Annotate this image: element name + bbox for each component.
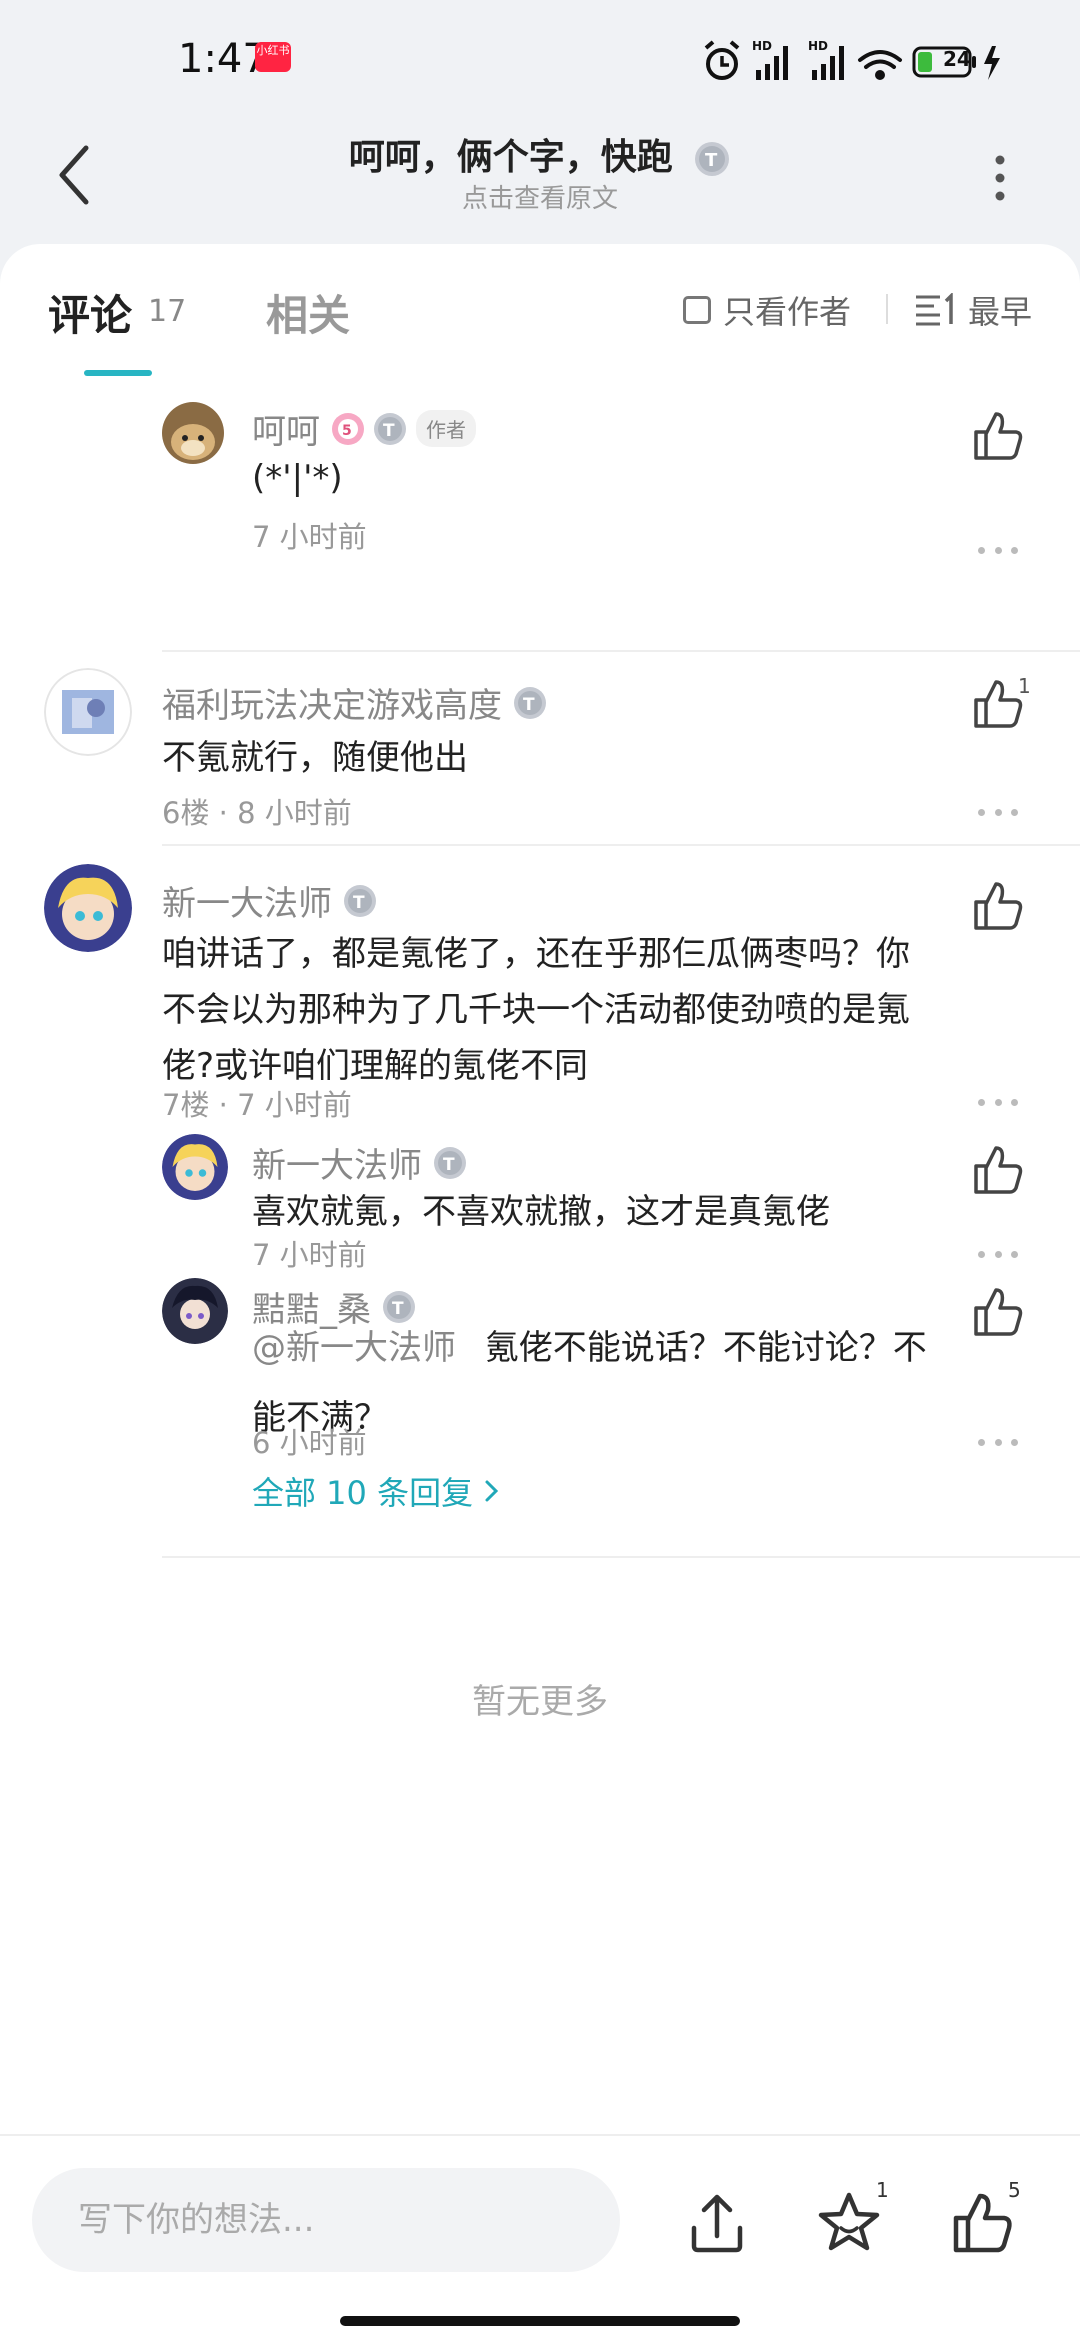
bottom-bar: 写下你的想法... 1 5: [0, 2134, 1080, 2340]
comment-text: 咱讲话了，都是氪佬了，还在乎那仨瓜俩枣吗？你 不会以为那种为了几千块一个活动都使…: [162, 926, 1042, 1094]
checkbox-icon: [683, 296, 711, 324]
svg-text:HD: HD: [808, 39, 828, 53]
sort-icon: [916, 293, 953, 326]
level-badge-icon: T: [695, 142, 730, 176]
tab-comments[interactable]: 评论: [48, 282, 132, 343]
comment-text: 不氪就行，随便他出: [162, 738, 468, 778]
header: 呵呵，俩个字，快跑 T 点击查看原文: [0, 110, 1080, 240]
svg-text:5: 5: [342, 423, 352, 439]
signal-icon-2: HD: [808, 39, 844, 80]
comment-author[interactable]: 新一大法师 T: [162, 876, 378, 925]
reply-text: @新一大法师 氪佬不能说话？不能讨论？不 能不满？: [252, 1320, 1032, 1446]
no-more-label: 暂无更多: [472, 1682, 608, 1722]
tab-active-indicator: [84, 370, 152, 376]
comment-more-button[interactable]: [978, 1096, 1018, 1108]
chevron-right-icon: [485, 1480, 499, 1502]
tab-related[interactable]: 相关: [266, 282, 350, 343]
comment-item: 新一大法师 T 咱讲话了，都是氪佬了，还在乎那仨瓜俩枣吗？你 不会以为那种为了几…: [0, 846, 1080, 1126]
divider: [162, 1556, 1080, 1558]
sort-label: 最早: [968, 293, 1033, 331]
reply-text-line: @新一大法师 氪佬不能说话？不能讨论？不: [252, 1320, 1032, 1376]
comment-more-button[interactable]: [978, 806, 1018, 818]
svg-text:T: T: [392, 1299, 404, 1319]
comments-sheet: 评论 17 相关 只看作者 最早 呵呵 5 T 作者 (*'|'*) 7 小时前…: [0, 244, 1080, 2134]
like-icon[interactable]: [968, 876, 1028, 936]
battery-level: 24: [943, 47, 971, 71]
level-badge-icon: T: [374, 412, 406, 445]
reply-author[interactable]: 新一大法师 T: [252, 1138, 468, 1187]
avatar[interactable]: [44, 864, 132, 952]
mention-link[interactable]: @新一大法师: [252, 1328, 456, 1368]
svg-text:T: T: [705, 150, 718, 171]
comment-author[interactable]: 福利玩法决定游戏高度 T: [162, 678, 548, 727]
view-all-replies-label: 全部 10 条回复: [252, 1474, 474, 1512]
author-only-toggle[interactable]: 只看作者: [683, 290, 852, 331]
alarm-icon: [704, 40, 740, 80]
collect-count: 1: [876, 2178, 889, 2202]
comment-text-line: 咱讲话了，都是氪佬了，还在乎那仨瓜俩枣吗？你: [162, 934, 910, 974]
author-name: 福利玩法决定游戏高度: [162, 686, 502, 726]
author-name: 新一大法师: [252, 1146, 422, 1186]
signal-icon-1: HD: [752, 39, 788, 80]
comment-meta: 7楼 · 7 小时前: [162, 1088, 352, 1122]
level-badge-icon: T: [344, 884, 376, 917]
reply-item: 新一大法师 T 喜欢就氪，不喜欢就撤，这才是真氪佬 7 小时前: [0, 1126, 1080, 1272]
wifi-icon: [858, 50, 902, 80]
level-badge-icon: T: [434, 1146, 466, 1179]
comment-tabs: 评论 17 相关 只看作者 最早: [0, 244, 1080, 384]
author-name: 新一大法师: [162, 884, 332, 924]
like-icon[interactable]: [968, 406, 1028, 466]
author-only-label: 只看作者: [723, 293, 852, 331]
avatar[interactable]: [44, 668, 132, 756]
sort-button[interactable]: 最早: [914, 290, 1033, 331]
view-all-replies-button[interactable]: 全部 10 条回复: [252, 1468, 503, 1514]
comment-item: 福利玩法决定游戏高度 T 不氪就行，随便他出 6楼 · 8 小时前 1: [0, 652, 1080, 846]
post-title-text: 呵呵，俩个字，快跑: [348, 137, 673, 178]
star-icon[interactable]: [814, 2188, 884, 2258]
level-badge-icon: T: [514, 686, 546, 719]
share-icon[interactable]: [682, 2188, 752, 2258]
post-title[interactable]: 呵呵，俩个字，快跑 T: [0, 128, 1080, 180]
reply-item: 黠黠_桑 T @新一大法师 氪佬不能说话？不能讨论？不 能不满？ 6 小时前: [0, 1268, 1080, 1464]
avatar[interactable]: [162, 402, 224, 464]
comment-item: 呵呵 5 T 作者 (*'|'*) 7 小时前: [0, 384, 1080, 652]
reply-meta: 6 小时前: [252, 1426, 367, 1460]
avatar[interactable]: [162, 1278, 228, 1344]
like-icon[interactable]: [968, 1282, 1028, 1342]
comment-meta: 6楼 · 8 小时前: [162, 796, 352, 830]
comments-count: 17: [148, 294, 187, 329]
author-tag: 作者: [416, 410, 476, 447]
like-icon[interactable]: [968, 1140, 1028, 1200]
app-badge: 小红书: [255, 42, 291, 72]
comment-input[interactable]: 写下你的想法...: [32, 2168, 620, 2272]
reply-more-button[interactable]: [978, 1248, 1018, 1260]
reply-more-button[interactable]: [978, 1436, 1018, 1448]
comment-text: (*'|'*): [252, 458, 343, 498]
avatar[interactable]: [162, 1134, 228, 1200]
svg-text:T: T: [353, 893, 365, 913]
like-count: 5: [1008, 2178, 1021, 2202]
author-name: 呵呵: [252, 412, 320, 452]
svg-text:T: T: [523, 695, 535, 715]
reply-text-line: 能不满？: [252, 1398, 388, 1438]
reply-text-segment: 氪佬不能说话？不能讨论？不: [484, 1328, 927, 1368]
more-options-button[interactable]: [985, 148, 1015, 208]
comment-text-line: 不会以为那种为了几千块一个活动都使劲喷的是氪: [162, 990, 910, 1030]
svg-text:T: T: [443, 1155, 455, 1175]
view-original-link[interactable]: 点击查看原文: [0, 178, 1080, 215]
svg-text:T: T: [383, 421, 395, 441]
creator-badge-icon: 5: [332, 412, 364, 445]
status-icons: HD HD: [704, 39, 1000, 80]
like-count: 1: [1018, 674, 1031, 698]
comment-meta: 7 小时前: [252, 520, 367, 554]
svg-text:HD: HD: [752, 39, 772, 53]
status-bar: 1:47 小红书 HD HD 24: [0, 0, 1080, 120]
comment-author[interactable]: 呵呵 5 T 作者: [252, 404, 476, 453]
divider: [886, 294, 888, 324]
comment-more-button[interactable]: [978, 544, 1018, 556]
home-indicator[interactable]: [340, 2316, 740, 2326]
